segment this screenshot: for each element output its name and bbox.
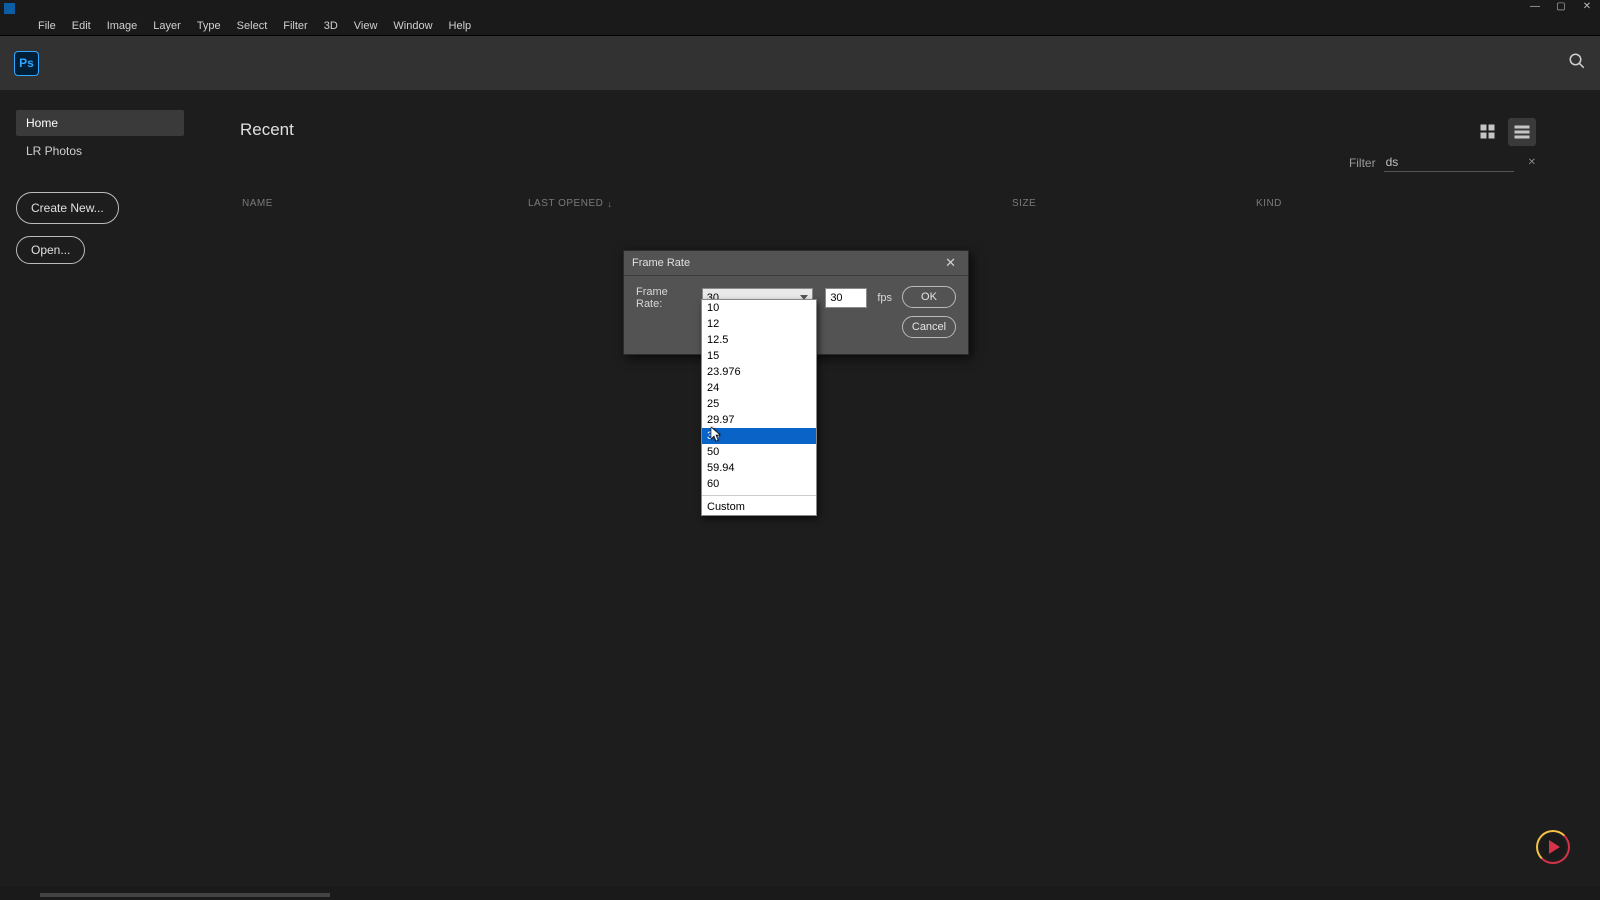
titlebar: — ▢ ✕ (0, 0, 1600, 17)
dialog-titlebar[interactable]: Frame Rate ✕ (624, 251, 968, 276)
list-view-button[interactable] (1508, 118, 1536, 146)
menubar: File Edit Image Layer Type Select Filter… (0, 17, 1600, 35)
dropdown-item-custom[interactable]: Custom (702, 499, 816, 515)
menu-file[interactable]: File (30, 18, 64, 34)
dialog-buttons: OK Cancel (902, 286, 956, 338)
filter-label: Filter (1349, 156, 1376, 170)
dropdown-item-60[interactable]: 60 (702, 476, 816, 492)
dropdown-item-23-976[interactable]: 23.976 (702, 364, 816, 380)
status-segment (40, 893, 330, 897)
filter-row: Filter ✕ (1349, 153, 1536, 172)
sidebar-item-lr-photos[interactable]: LR Photos (16, 138, 184, 164)
sidebar: Home LR Photos Create New... Open... (0, 90, 200, 887)
dialog-close-button[interactable]: ✕ (941, 255, 960, 271)
sort-arrow-icon: ↓ (607, 199, 612, 209)
close-window-button[interactable]: ✕ (1580, 1, 1594, 12)
frame-rate-label: Frame Rate: (636, 286, 696, 310)
create-new-button[interactable]: Create New... (16, 192, 119, 224)
dropdown-item-50[interactable]: 50 (702, 444, 816, 460)
view-toggle (1474, 118, 1536, 146)
menu-help[interactable]: Help (441, 18, 480, 34)
dropdown-item-10[interactable]: 10 (702, 300, 816, 316)
menu-select[interactable]: Select (229, 18, 276, 34)
play-overlay-button[interactable] (1536, 830, 1570, 864)
dropdown-item-59-94[interactable]: 59.94 (702, 460, 816, 476)
app-icon-small (4, 3, 15, 14)
sidebar-item-home[interactable]: Home (16, 110, 184, 136)
menu-filter[interactable]: Filter (275, 18, 315, 34)
col-last-opened-label: LAST OPENED (528, 198, 603, 209)
search-button[interactable] (1568, 52, 1586, 75)
statusbar (0, 887, 1600, 900)
col-name[interactable]: NAME (242, 198, 528, 209)
dropdown-item-12[interactable]: 12 (702, 316, 816, 332)
dropdown-item-25[interactable]: 25 (702, 396, 816, 412)
recent-heading: Recent (240, 120, 1570, 140)
play-icon (1549, 840, 1560, 854)
ok-button[interactable]: OK (902, 286, 956, 308)
list-icon (1514, 124, 1530, 140)
menu-edit[interactable]: Edit (64, 18, 99, 34)
dropdown-item-24[interactable]: 24 (702, 380, 816, 396)
dropdown-item-12-5[interactable]: 12.5 (702, 332, 816, 348)
frame-rate-dropdown[interactable]: 101212.51523.976242529.97305059.9460 Cust… (701, 299, 817, 516)
menu-window[interactable]: Window (385, 18, 440, 34)
column-headers: NAME LAST OPENED ↓ SIZE KIND (242, 198, 1540, 209)
dropdown-separator (702, 495, 816, 496)
filter-input[interactable] (1384, 153, 1514, 172)
menu-view[interactable]: View (346, 18, 386, 34)
dialog-title-text: Frame Rate (632, 257, 690, 269)
menu-layer[interactable]: Layer (145, 18, 189, 34)
fps-label: fps (877, 292, 892, 304)
search-icon (1568, 52, 1586, 70)
appbar: Ps (0, 35, 1600, 90)
open-button[interactable]: Open... (16, 236, 85, 264)
dropdown-item-29-97[interactable]: 29.97 (702, 412, 816, 428)
filter-clear-button[interactable]: ✕ (1528, 157, 1536, 168)
content-area: Recent Filter ✕ NAME LAST OPENED ↓ SIZE … (200, 90, 1600, 887)
dropdown-item-30[interactable]: 30 (702, 428, 816, 444)
grid-icon (1480, 124, 1496, 140)
menu-image[interactable]: Image (99, 18, 146, 34)
grid-view-button[interactable] (1474, 118, 1502, 146)
col-last-opened[interactable]: LAST OPENED ↓ (528, 198, 1012, 209)
menu-3d[interactable]: 3D (316, 18, 346, 34)
ps-logo-icon[interactable]: Ps (14, 51, 39, 76)
frame-rate-input[interactable] (825, 288, 867, 308)
col-kind[interactable]: KIND (1256, 198, 1540, 209)
menu-type[interactable]: Type (189, 18, 229, 34)
cancel-button[interactable]: Cancel (902, 316, 956, 338)
col-size[interactable]: SIZE (1012, 198, 1256, 209)
minimize-button[interactable]: — (1528, 1, 1542, 12)
dropdown-item-15[interactable]: 15 (702, 348, 816, 364)
maximize-button[interactable]: ▢ (1554, 1, 1568, 12)
window-controls: — ▢ ✕ (1528, 1, 1594, 12)
